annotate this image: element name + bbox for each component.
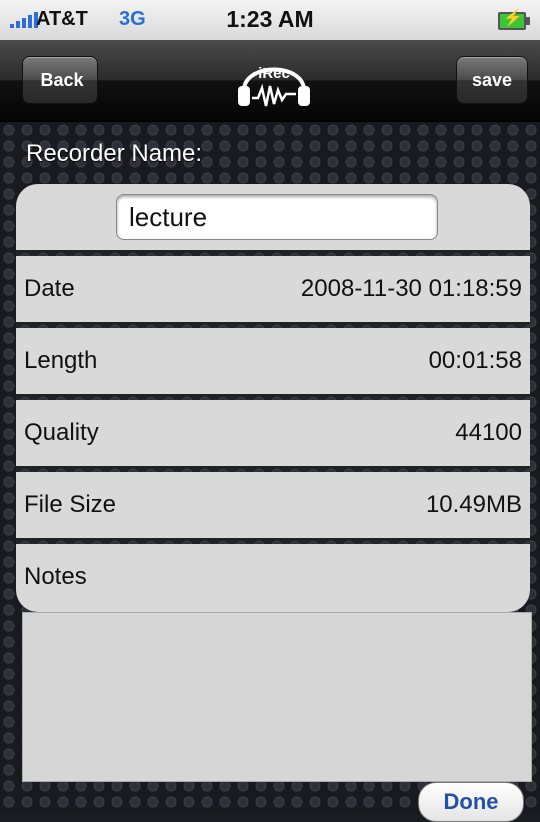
charging-bolt-icon: ⚡	[503, 10, 523, 27]
name-input-row	[16, 184, 530, 252]
back-button[interactable]: Back	[22, 56, 98, 104]
detail-value: 00:01:58	[428, 347, 522, 374]
detail-row-length: Length 00:01:58	[16, 328, 530, 394]
detail-row-notes: Notes	[16, 544, 530, 610]
detail-label: Notes	[24, 563, 87, 590]
detail-label: File Size	[24, 491, 117, 518]
save-button[interactable]: save	[456, 56, 528, 104]
detail-row-file-size: File Size 10.49MB	[16, 472, 530, 538]
irec-logo-icon: iRec	[238, 65, 310, 107]
status-time: 1:23 AM	[226, 6, 314, 32]
detail-label: Quality	[24, 419, 99, 446]
detail-value: 2008-11-30 01:18:59	[300, 275, 522, 302]
notes-text-area[interactable]	[22, 612, 532, 782]
recorder-name-label: Recorder Name:	[26, 140, 203, 167]
recorder-name-input[interactable]	[116, 194, 438, 240]
detail-label: Length	[24, 347, 98, 374]
detail-row-date: Date 2008-11-30 01:18:59	[16, 256, 530, 322]
detail-row-quality: Quality 44100	[16, 400, 530, 466]
navigation-bar: Back iRec save	[0, 40, 540, 122]
done-button[interactable]: Done	[418, 782, 524, 822]
detail-value: 44100	[455, 419, 522, 446]
details-panel: Date 2008-11-30 01:18:59 Length 00:01:58…	[16, 184, 530, 612]
detail-label: Date	[24, 275, 75, 302]
status-bar: AT&T 3G 1:23 AM ⚡	[0, 0, 540, 40]
logo-text: iRec	[258, 65, 290, 82]
detail-value: 10.49MB	[425, 491, 522, 518]
